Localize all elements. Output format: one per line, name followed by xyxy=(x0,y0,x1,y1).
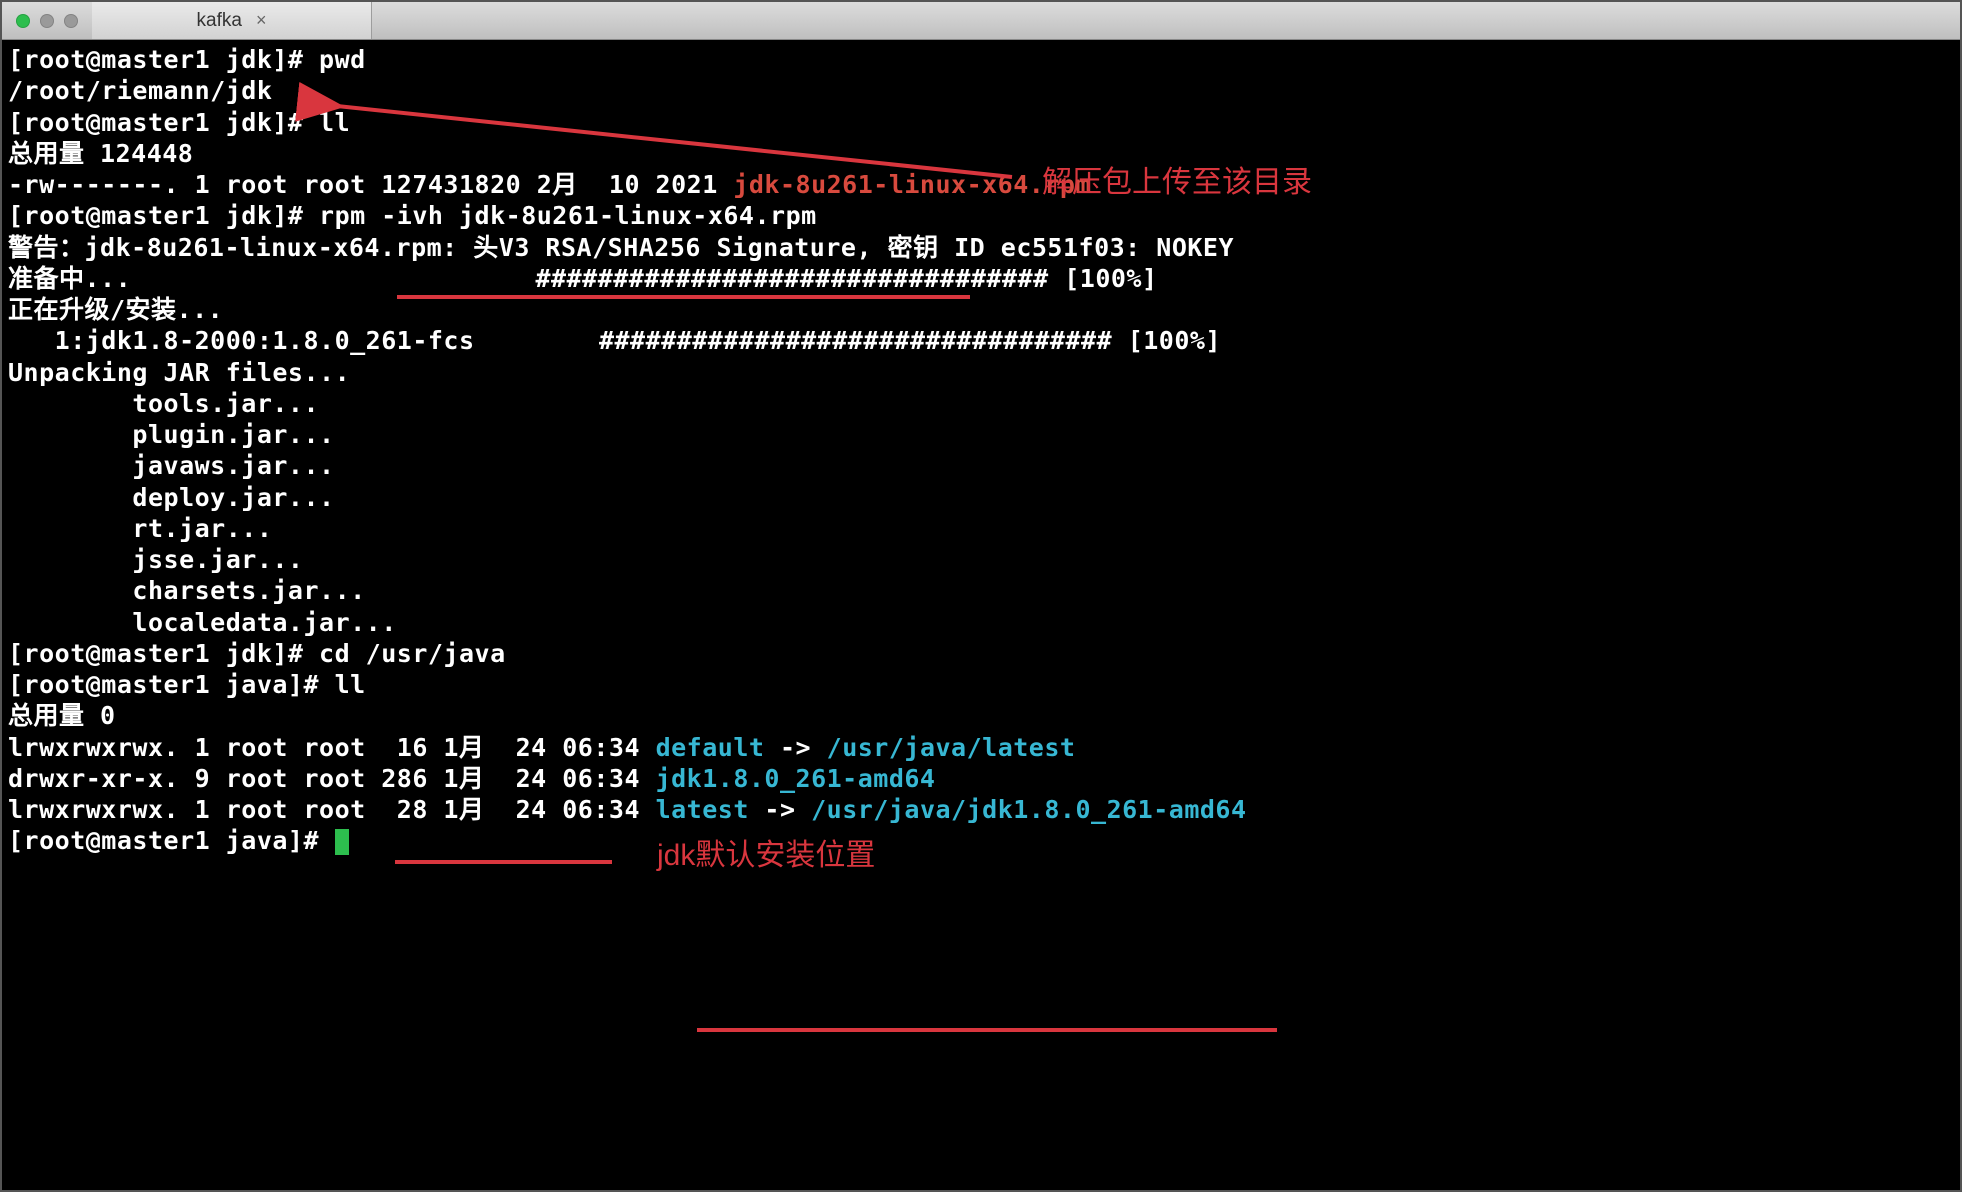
tab-kafka[interactable]: kafka × xyxy=(92,2,372,39)
output-jar: charsets.jar... xyxy=(8,575,1954,606)
output-upgrading: 正在升级/安装... xyxy=(8,294,1954,325)
cmd-ll: ll xyxy=(319,108,350,137)
terminal-body[interactable]: [root@master1 jdk]# pwd /root/riemann/jd… xyxy=(2,40,1960,857)
tab-close-icon[interactable]: × xyxy=(256,9,267,32)
traffic-lights xyxy=(2,2,92,39)
terminal-window: kafka × [root@master1 jdk]# pwd /root/ri… xyxy=(0,0,1962,1192)
ls-perm: drwxr-xr-x. 9 root root 286 1月 24 06:34 xyxy=(8,764,656,793)
cmd-line: [root@master1 jdk]# pwd xyxy=(8,44,1954,75)
cmd-line: [root@master1 jdk]# rpm -ivh jdk-8u261-l… xyxy=(8,200,1954,231)
output-pwd: /root/riemann/jdk xyxy=(8,75,1954,106)
window-max-dot[interactable] xyxy=(64,14,78,28)
ls-perm: -rw-------. 1 root root 127431820 2月 10 … xyxy=(8,170,733,199)
output-pkg: 1:jdk1.8-2000:1.8.0_261-fcs ############… xyxy=(8,325,1954,356)
cursor-icon xyxy=(335,829,349,855)
output-jar: plugin.jar... xyxy=(8,419,1954,450)
window-min-dot[interactable] xyxy=(40,14,54,28)
ls-target: /usr/java/latest xyxy=(827,733,1076,762)
cmd-line: [root@master1 java]# xyxy=(8,825,1954,856)
output-jar: rt.jar... xyxy=(8,513,1954,544)
output-ls-rpm: -rw-------. 1 root root 127431820 2月 10 … xyxy=(8,169,1954,200)
output-jar: deploy.jar... xyxy=(8,482,1954,513)
ls-name-default: default xyxy=(656,733,765,762)
prompt: [root@master1 jdk]# xyxy=(8,639,319,668)
prompt: [root@master1 jdk]# xyxy=(8,108,319,137)
ls-arrow: -> xyxy=(764,733,826,762)
ls-name-latest: latest xyxy=(656,795,749,824)
output-ls: drwxr-xr-x. 9 root root 286 1月 24 06:34 … xyxy=(8,763,1954,794)
output-warn: 警告：jdk-8u261-linux-x64.rpm: 头V3 RSA/SHA2… xyxy=(8,232,1954,263)
output-jar: localedata.jar... xyxy=(8,607,1954,638)
output-unpack: Unpacking JAR files... xyxy=(8,357,1954,388)
window-close-dot[interactable] xyxy=(16,14,30,28)
cmd-pwd: pwd xyxy=(319,45,366,74)
ls-arrow: -> xyxy=(749,795,811,824)
output-jar: tools.jar... xyxy=(8,388,1954,419)
ls-perm: lrwxrwxrwx. 1 root root 28 1月 24 06:34 xyxy=(8,795,656,824)
output-total: 总用量 124448 xyxy=(8,138,1954,169)
output-jar: javaws.jar... xyxy=(8,450,1954,481)
cmd-line: [root@master1 jdk]# cd /usr/java xyxy=(8,638,1954,669)
prompt: [root@master1 java]# xyxy=(8,670,335,699)
prompt: [root@master1 java]# xyxy=(8,826,335,855)
output-ls: lrwxrwxrwx. 1 root root 28 1月 24 06:34 l… xyxy=(8,794,1954,825)
tab-title: kafka xyxy=(197,9,242,33)
ls-target: /usr/java/jdk1.8.0_261-amd64 xyxy=(811,795,1246,824)
cmd-line: [root@master1 java]# ll xyxy=(8,669,1954,700)
cmd-line: [root@master1 jdk]# ll xyxy=(8,107,1954,138)
output-ls: lrwxrwxrwx. 1 root root 16 1月 24 06:34 d… xyxy=(8,732,1954,763)
ls-name-jdkdir: jdk1.8.0_261-amd64 xyxy=(656,764,936,793)
output-jar: jsse.jar... xyxy=(8,544,1954,575)
cmd-rpm: rpm -ivh jdk-8u261-linux-x64.rpm xyxy=(319,201,817,230)
ls-perm: lrwxrwxrwx. 1 root root 16 1月 24 06:34 xyxy=(8,733,656,762)
output-total2: 总用量 0 xyxy=(8,700,1954,731)
cmd-ll2: ll xyxy=(335,670,366,699)
output-preparing: 准备中... #################################… xyxy=(8,263,1954,294)
prompt: [root@master1 jdk]# xyxy=(8,201,319,230)
prompt: [root@master1 jdk]# xyxy=(8,45,319,74)
ls-file-rpm: jdk-8u261-linux-x64.rpm xyxy=(733,170,1091,199)
tab-bar: kafka × xyxy=(2,2,1960,40)
cmd-cd: cd /usr/java xyxy=(319,639,506,668)
